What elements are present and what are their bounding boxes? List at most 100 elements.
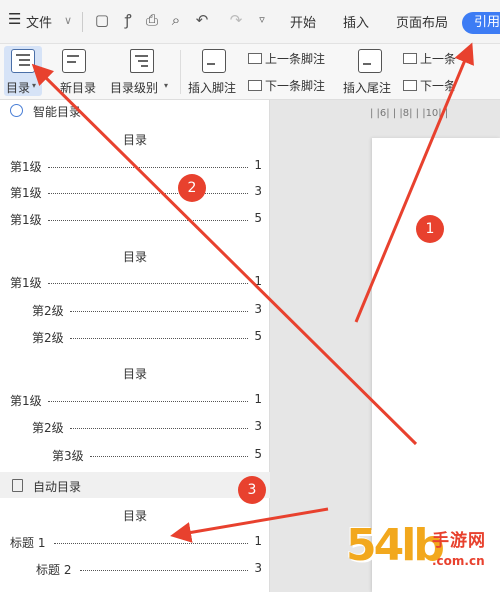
toc-style1-row[interactable]: 第1级 3 bbox=[10, 184, 262, 200]
toc-style2-row[interactable]: 第2级 3 bbox=[32, 302, 262, 318]
toc-level-dropdown-icon[interactable]: ▾ bbox=[164, 81, 168, 90]
toc-leader-dots bbox=[70, 338, 248, 339]
toc-row-label: 第1级 bbox=[10, 276, 42, 290]
prev-endnote-icon bbox=[403, 53, 417, 64]
prev-footnote-button[interactable]: 上一条脚注 bbox=[248, 50, 325, 67]
ribbon-toolbar: 目录 ▾ 新目录 目录级别 ▾ 插入脚注 上一条脚注 下一条脚注 插入尾注 上一… bbox=[0, 44, 500, 100]
toc-style3-row[interactable]: 第1级 1 bbox=[10, 392, 262, 408]
tab-insert[interactable]: 插入 bbox=[343, 12, 369, 31]
toc-row-page: 3 bbox=[254, 419, 262, 433]
next-endnote-label: 下一条 bbox=[420, 79, 457, 93]
step-badge-2: 2 bbox=[178, 174, 206, 202]
auto-toc-icon bbox=[12, 479, 23, 492]
site-watermark: 54lb 手游网 .com.cn bbox=[346, 520, 500, 592]
toc-level-icon bbox=[130, 49, 154, 73]
toc-dropdown-panel: 智能目录 目录 第1级 1 第1级 3 第1级 5 目录 第1级 1 第2级 3… bbox=[0, 100, 270, 592]
toc-row-label: 标题 1 bbox=[10, 536, 46, 550]
auto-toc-row[interactable]: 标题 1 1 bbox=[10, 534, 262, 550]
watermark-logo: 54lb bbox=[346, 520, 445, 571]
toc-row-label: 第1级 bbox=[10, 186, 42, 200]
toc-leader-dots bbox=[48, 167, 248, 168]
toc-leader-dots bbox=[70, 311, 248, 312]
step-badge-1: 1 bbox=[416, 215, 444, 243]
toc-dropdown-icon[interactable]: ▾ bbox=[32, 81, 36, 90]
toc-row-page: 1 bbox=[254, 158, 262, 172]
toc-leader-dots bbox=[90, 456, 248, 457]
insert-footnote-icon bbox=[202, 49, 226, 73]
toc-level-button[interactable]: 目录级别 bbox=[110, 79, 158, 96]
toc-leader-dots bbox=[80, 570, 248, 571]
smart-toc-label: 智能目录 bbox=[33, 105, 82, 119]
toc-row-label: 第1级 bbox=[10, 394, 42, 408]
menu-divider bbox=[82, 12, 83, 32]
toc-row-label: 标题 2 bbox=[36, 563, 72, 577]
update-toc-button[interactable]: 新目录 bbox=[60, 79, 96, 96]
toc-row-label: 第2级 bbox=[32, 421, 64, 435]
insert-endnote-icon bbox=[358, 49, 382, 73]
toc-style1-row[interactable]: 第1级 1 bbox=[10, 158, 262, 174]
next-footnote-label: 下一条脚注 bbox=[265, 79, 326, 93]
print-icon[interactable]: ⎙ bbox=[142, 10, 162, 30]
watermark-site-name: 手游网 bbox=[432, 531, 486, 551]
prev-footnote-icon bbox=[248, 53, 262, 64]
toc-button-label: 目录 bbox=[6, 81, 31, 95]
toc-style2-row[interactable]: 第1级 1 bbox=[10, 274, 262, 290]
toc-leader-dots bbox=[54, 543, 248, 544]
smart-toc-icon bbox=[10, 104, 23, 117]
toc-style3-row[interactable]: 第2级 3 bbox=[32, 419, 262, 435]
toc-row-page: 1 bbox=[254, 274, 262, 288]
toc-row-label: 第1级 bbox=[10, 213, 42, 227]
next-endnote-icon bbox=[403, 80, 417, 91]
file-menu[interactable]: 文件 bbox=[26, 12, 52, 31]
prev-footnote-label: 上一条脚注 bbox=[265, 52, 326, 66]
step-badge-3: 3 bbox=[238, 476, 266, 504]
toc-style2-row[interactable]: 第2级 5 bbox=[32, 329, 262, 345]
tab-home[interactable]: 开始 bbox=[290, 12, 316, 31]
chevron-down-icon[interactable]: ∨ bbox=[64, 14, 72, 27]
toc-row-page: 5 bbox=[254, 329, 262, 343]
toc-row-page: 3 bbox=[254, 561, 262, 575]
toc-leader-dots bbox=[48, 220, 248, 221]
toc-row-label: 第3级 bbox=[52, 449, 84, 463]
auto-toc-section: 自动目录 bbox=[0, 475, 270, 497]
toc-leader-dots bbox=[48, 283, 248, 284]
auto-toc-label: 自动目录 bbox=[33, 480, 82, 494]
save-icon[interactable]: ▢ bbox=[92, 10, 112, 30]
hamburger-menu-icon[interactable]: ☰ bbox=[8, 10, 21, 28]
insert-endnote-button[interactable]: 插入尾注 bbox=[343, 79, 391, 96]
watermark-domain: .com.cn bbox=[432, 554, 485, 568]
toc-style3-row[interactable]: 第3级 5 bbox=[52, 447, 262, 463]
toc-row-label: 第2级 bbox=[32, 331, 64, 345]
next-endnote-button[interactable]: 下一条 bbox=[403, 77, 456, 94]
format-painter-icon[interactable]: ꝭ bbox=[118, 10, 138, 30]
toc-leader-dots bbox=[48, 193, 248, 194]
toc-row-page: 5 bbox=[254, 211, 262, 225]
print-preview-icon[interactable]: ⌕ bbox=[166, 10, 186, 30]
next-footnote-button[interactable]: 下一条脚注 bbox=[248, 77, 325, 94]
toc-icon bbox=[11, 49, 35, 73]
menu-bar: ☰ 文件 ∨ ▢ ꝭ ⎙ ⌕ ↶ ↷ ▿ 开始 插入 页面布局 引用 bbox=[0, 0, 500, 44]
toc-style2-title: 目录 bbox=[122, 250, 147, 264]
ribbon-divider bbox=[180, 50, 181, 94]
toc-leader-dots bbox=[70, 428, 248, 429]
tab-references[interactable]: 引用 bbox=[462, 12, 500, 34]
customize-toolbar-icon[interactable]: ▿ bbox=[252, 10, 272, 30]
toc-style1-row[interactable]: 第1级 5 bbox=[10, 211, 262, 227]
toc-row-page: 1 bbox=[254, 534, 262, 548]
toc-row-page: 1 bbox=[254, 392, 262, 406]
toc-row-label: 第1级 bbox=[10, 160, 42, 174]
horizontal-ruler[interactable]: | |6| | |8| | |10| | bbox=[370, 108, 500, 124]
prev-endnote-button[interactable]: 上一条 bbox=[403, 50, 456, 67]
smart-toc-section: 智能目录 bbox=[0, 100, 270, 122]
undo-icon[interactable]: ↶ bbox=[192, 10, 212, 30]
auto-toc-row[interactable]: 标题 2 3 bbox=[36, 561, 262, 577]
prev-endnote-label: 上一条 bbox=[420, 52, 457, 66]
toc-row-page: 3 bbox=[254, 302, 262, 316]
auto-toc-title: 目录 bbox=[122, 509, 147, 523]
redo-icon[interactable]: ↷ bbox=[226, 10, 246, 30]
toc-style1-title: 目录 bbox=[122, 133, 147, 147]
insert-footnote-button[interactable]: 插入脚注 bbox=[188, 79, 236, 96]
tab-page-layout[interactable]: 页面布局 bbox=[396, 12, 448, 31]
toc-row-page: 5 bbox=[254, 447, 262, 461]
toc-leader-dots bbox=[48, 401, 248, 402]
